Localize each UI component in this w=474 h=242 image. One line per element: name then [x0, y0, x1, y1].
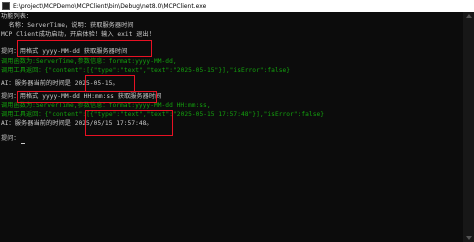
- console-line-result-1: 调用工具返回：{"content":[{"type":"text","text"…: [1, 67, 291, 74]
- title-bar[interactable]: E:\project\MCPDemo\MCPClient\bin\Debug\n…: [0, 0, 474, 12]
- highlight-question-2: [17, 91, 157, 103]
- highlight-answer-2: [85, 110, 173, 136]
- console-output[interactable]: 功能列表： 名称：ServerTime，说明：获取服务器时间 MCP Clien…: [1, 12, 463, 242]
- console-line-started: MCP Client成功启动，开启体验！输入 exit 退出！: [1, 31, 155, 38]
- scroll-down-arrow-icon[interactable]: [466, 236, 472, 240]
- scroll-up-arrow-icon[interactable]: [466, 14, 472, 18]
- vertical-scrollbar[interactable]: [463, 12, 474, 242]
- highlight-question-1: [17, 40, 152, 57]
- highlight-answer-1: [85, 75, 135, 92]
- console-app-icon: [2, 2, 10, 10]
- window-title: E:\project\MCPDemo\MCPClient\bin\Debug\n…: [13, 2, 207, 10]
- text-cursor: [20, 143, 25, 144]
- console-window: E:\project\MCPDemo\MCPClient\bin\Debug\n…: [0, 0, 474, 242]
- prompt-label: 提问：: [1, 135, 20, 142]
- console-line-prompt[interactable]: 提问：: [1, 134, 25, 144]
